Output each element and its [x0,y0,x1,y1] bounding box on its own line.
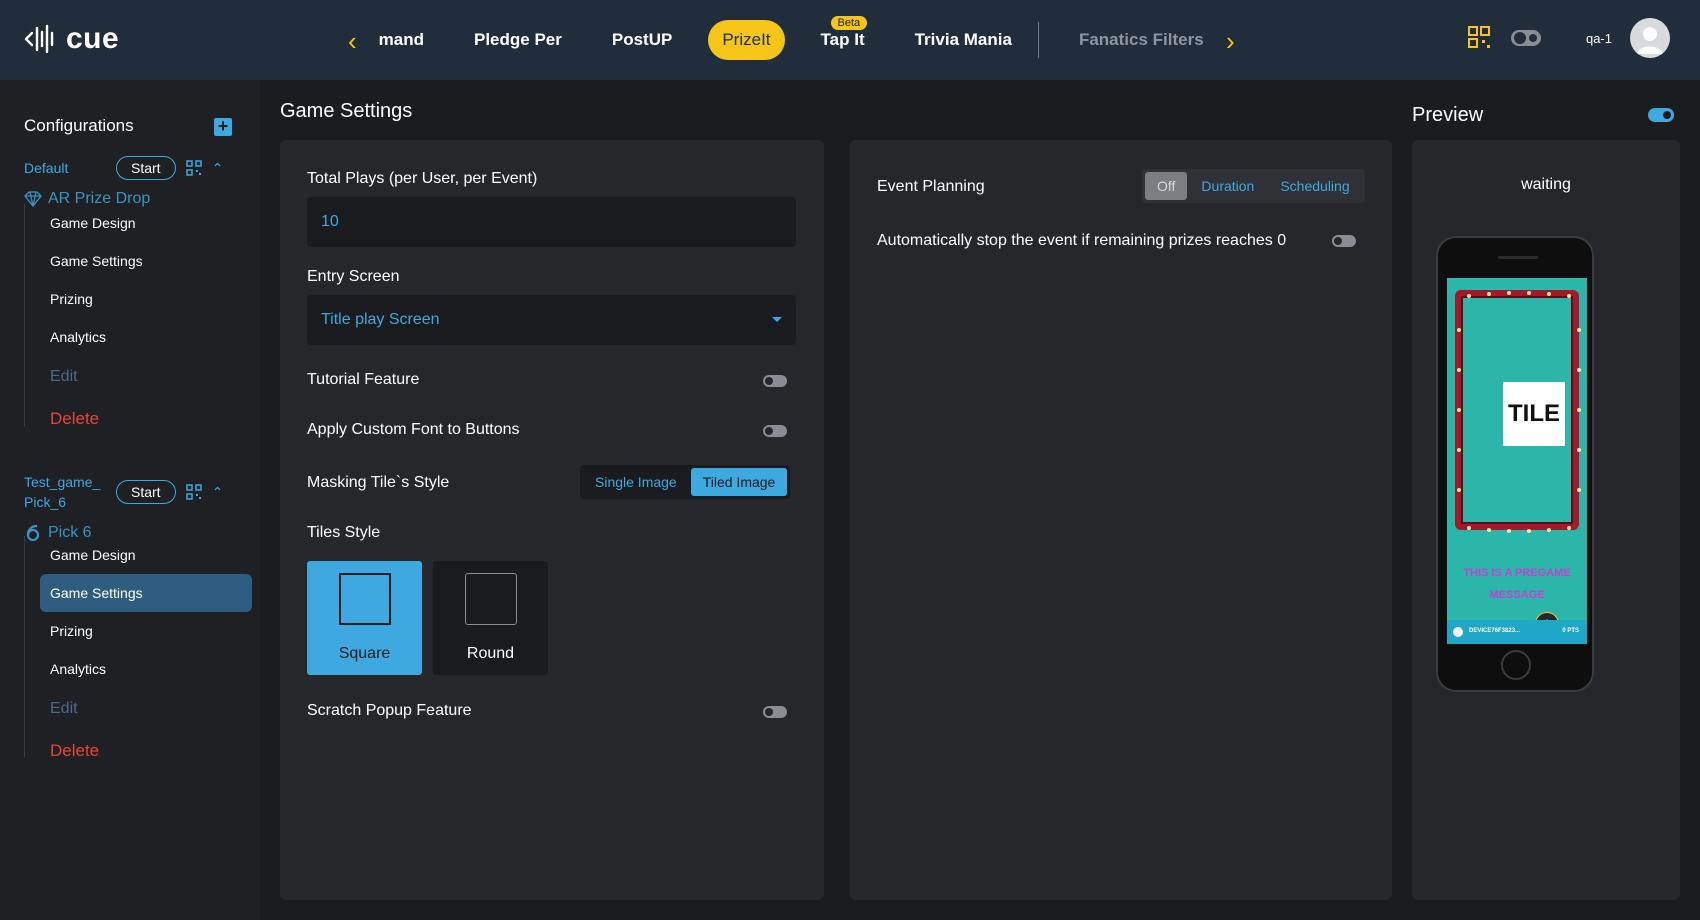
custom-font-label: Apply Custom Font to Buttons [307,421,520,438]
config-name[interactable]: Default [24,158,116,178]
menu-game-design[interactable]: Game Design [40,536,252,574]
tab-postup[interactable]: PostUP [598,20,686,60]
config-menu-default: Game Design Game Settings Prizing Analyt… [24,204,252,440]
menu-edit[interactable]: Edit [40,688,252,730]
config-name-line1: Test_game_ [24,474,101,490]
entry-screen-select[interactable]: Title play Screen [307,295,796,345]
top-bar: cue ‹ Demand Pledge Per PostUP PrizeIt T… [0,0,1700,80]
planning-scheduling-option[interactable]: Scheduling [1268,172,1361,200]
tab-demand[interactable]: Demand [378,20,438,60]
event-panel: Event Planning Off Duration Scheduling A… [850,140,1392,900]
event-planning-label: Event Planning [877,178,985,195]
tab-pledge-per[interactable]: Pledge Per [460,20,576,60]
config-row-test-game: Test_game_ Pick_6 Start ⌃ [24,472,223,512]
qr-code-icon[interactable] [185,484,202,500]
menu-game-settings[interactable]: Game Settings [40,574,252,612]
preview-title: Preview [1412,104,1484,126]
round-shape-icon [464,573,517,625]
add-configuration-button[interactable]: + [214,117,232,136]
profile-dot-icon [1453,627,1463,637]
points: 0 PTS [1562,628,1579,634]
tile-square-label: Square [338,645,391,662]
scratch-popup-label: Scratch Popup Feature [307,702,472,719]
total-plays-input[interactable]: 10 [307,197,796,247]
tiles-style-label: Tiles Style [307,524,381,541]
menu-analytics[interactable]: Analytics [40,318,252,356]
planning-duration-option[interactable]: Duration [1189,172,1266,200]
single-image-option[interactable]: Single Image [583,468,689,496]
tile-card: TILE [1503,382,1565,446]
config-row-default: Default Start ⌃ [24,156,223,180]
menu-delete[interactable]: Delete [40,730,252,772]
tile-round-option[interactable]: Round [433,561,548,675]
phone-bottom-bar: DEVICE76F3823... 0 PTS [1447,620,1587,644]
logo[interactable]: cue [24,22,119,56]
phone-mockup: TILE THIS IS A PREGAME MESSAGE + DEVICE7… [1436,236,1594,692]
config-menu-pick6: Game Design Game Settings Prizing Analyt… [24,536,252,772]
menu-edit[interactable]: Edit [40,356,252,398]
chevron-right-icon[interactable]: › [1226,26,1235,57]
auto-stop-toggle[interactable] [1332,235,1356,247]
user-icon [1637,27,1663,54]
preview-status: waiting [1521,176,1571,193]
user-name: qa-1 [1585,30,1612,46]
qr-code-icon[interactable] [185,160,202,176]
tab-trivia-mania[interactable]: Trivia Mania [901,20,1026,60]
square-shape-icon [338,573,391,625]
tiled-image-option[interactable]: Tiled Image [690,468,788,496]
configurations-title: Configurations [24,116,134,135]
auto-stop-label: Automatically stop the event if remainin… [877,232,1287,249]
menu-prizing[interactable]: Prizing [40,612,252,650]
caret-down-icon [772,317,782,322]
tutorial-feature-label: Tutorial Feature [307,371,420,388]
entry-screen-label: Entry Screen [307,268,400,285]
menu-delete[interactable]: Delete [40,398,252,440]
chevron-up-icon[interactable]: ⌃ [212,484,224,501]
sidebar: Configurations + Default Start ⌃ AR Priz… [0,80,260,920]
chevron-left-icon[interactable]: ‹ [348,26,357,57]
nav-tabs: Demand Pledge Per PostUP PrizeIt Tap It … [378,16,1240,62]
masking-style-segmented: Single Image Tiled Image [580,465,791,499]
avatar[interactable] [1630,18,1670,58]
theme-toggle-icon[interactable] [1510,28,1542,48]
entry-screen-value: Title play Screen [321,311,440,328]
menu-game-settings[interactable]: Game Settings [40,242,252,280]
chevron-up-icon[interactable]: ⌃ [212,160,224,177]
menu-prizing[interactable]: Prizing [40,280,252,318]
scratch-popup-toggle[interactable] [763,706,787,718]
custom-font-toggle[interactable] [763,425,787,437]
planning-off-option[interactable]: Off [1145,172,1188,200]
nav-divider [1037,22,1039,58]
top-right-actions: qa-1 [1467,18,1670,58]
config-name-line2: Pick_6 [24,494,67,510]
tab-fanatics-filters[interactable]: Fanatics Filters [1065,20,1218,60]
page-title: Game Settings [280,100,413,122]
phone-screen: TILE THIS IS A PREGAME MESSAGE + DEVICE7… [1447,278,1587,644]
masking-style-label: Masking Tile`s Style [307,474,450,491]
tile-round-label: Round [466,645,515,662]
phone-speaker [1498,256,1538,259]
device-id: DEVICE76F3823... [1469,628,1521,634]
start-button[interactable]: Start [116,480,176,504]
preview-toggle[interactable] [1648,108,1674,122]
tab-prizeit[interactable]: PrizeIt [708,20,785,60]
cue-logo-icon [24,24,54,54]
game-settings-panel: Total Plays (per User, per Event) 10 Ent… [280,140,824,900]
menu-analytics[interactable]: Analytics [40,650,252,688]
pregame-message: THIS IS A PREGAME MESSAGE [1463,567,1571,601]
qr-code-icon[interactable] [1467,26,1492,50]
start-button[interactable]: Start [116,156,176,180]
phone-home-button [1501,650,1531,680]
total-plays-label: Total Plays (per User, per Event) [307,170,538,187]
tile-square-option[interactable]: Square [307,561,422,675]
config-name[interactable]: Test_game_ Pick_6 [24,472,116,512]
tutorial-feature-toggle[interactable] [763,375,787,387]
event-planning-segmented: Off Duration Scheduling [1142,169,1365,203]
tab-tap-it[interactable]: Tap It Beta [807,16,879,60]
menu-game-design[interactable]: Game Design [40,204,252,242]
tab-tap-it-label: Tap It [820,30,865,49]
logo-text: cue [66,22,120,55]
beta-badge: Beta [830,16,868,30]
